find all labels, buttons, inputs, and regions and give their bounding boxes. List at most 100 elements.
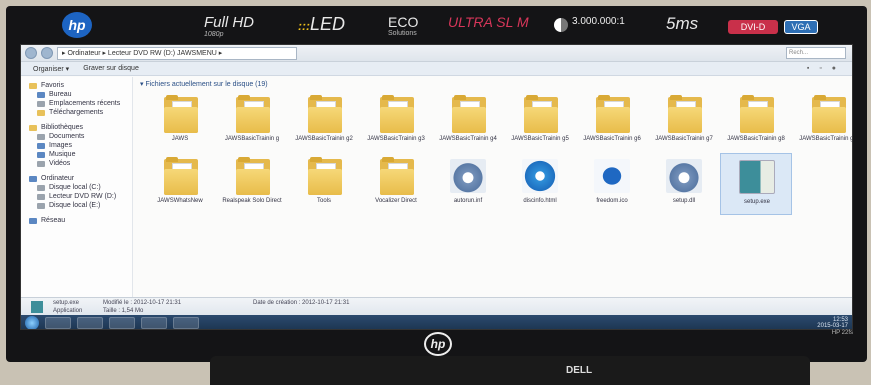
taskbar-ie-button[interactable] [45, 317, 71, 329]
file-item[interactable]: autorun.inf [432, 153, 504, 215]
vga-input-button[interactable]: VGA [784, 20, 818, 34]
section-header[interactable]: ▾ Fichiers actuellement sur le disque (1… [134, 77, 852, 89]
setup-file-icon [31, 301, 43, 313]
nav-local-e[interactable]: Disque local (E:) [21, 201, 132, 210]
nav-music[interactable]: Musique [21, 150, 132, 159]
nav-downloads[interactable]: Téléchargements [21, 108, 132, 117]
command-bar: Organiser ▾ Graver sur disque ▪ ▫ ● [21, 62, 852, 76]
file-item[interactable]: discinfo.html [504, 153, 576, 215]
response-time-badge: 5ms [666, 14, 699, 33]
file-item[interactable]: setup.dll [648, 153, 720, 215]
nav-label: Documents [49, 133, 85, 140]
nav-label: Vidéos [49, 160, 71, 167]
dell-logo: DELL [566, 365, 593, 376]
folder-icon [740, 95, 774, 133]
logo-file-icon [594, 159, 630, 193]
desktop-icon [37, 91, 45, 98]
back-button[interactable] [25, 47, 37, 59]
nav-favorites[interactable]: Favoris [21, 81, 132, 90]
folder-item[interactable]: Realspeak Solo Direct [216, 153, 288, 215]
taskbar-chrome-button[interactable] [141, 317, 167, 329]
taskbar-explorer-button[interactable] [77, 317, 103, 329]
taskbar-vlc-button[interactable] [173, 317, 199, 329]
file-label: setup.dll [672, 198, 696, 204]
fullhd-badge: Full HD 1080p [204, 14, 254, 38]
folder-item[interactable]: JAWSBasicTrainin g3 [360, 91, 432, 153]
start-button[interactable] [25, 316, 39, 329]
folder-icon [236, 157, 270, 195]
folder-icon [596, 95, 630, 133]
recent-icon [37, 100, 45, 107]
nav-desktop[interactable]: Bureau [21, 90, 132, 99]
file-item[interactable]: freedom.ico [576, 153, 648, 215]
nav-videos[interactable]: Vidéos [21, 159, 132, 168]
nav-images[interactable]: Images [21, 141, 132, 150]
hp-logo: hp [62, 12, 92, 38]
file-label: Realspeak Solo Direct [222, 198, 282, 204]
file-label: Tools [316, 198, 331, 204]
nav-label: Favoris [41, 82, 64, 89]
taskbar: 12:53 2015-03-17 [21, 315, 852, 329]
burn-button[interactable]: Graver sur disque [83, 65, 139, 72]
led-badge: :::LED [298, 14, 346, 34]
organize-button[interactable]: Organiser ▾ [33, 65, 69, 73]
address-bar[interactable]: ▸ Ordinateur ▸ Lecteur DVD RW (D:) JAWSM… [57, 46, 297, 60]
folder-item[interactable]: JAWSBasicTrainin g2 [288, 91, 360, 153]
monitor-bezel: hp Full HD 1080p :::LED ECO Solutions UL… [6, 6, 867, 362]
images-icon [37, 142, 45, 149]
folder-item[interactable]: JAWSBasicTrainin g5 [504, 91, 576, 153]
file-label: JAWS [171, 136, 189, 142]
nav-dvd-d[interactable]: Lecteur DVD RW (D:) [21, 192, 132, 201]
folder-icon [308, 157, 342, 195]
eco-subtext: Solutions [388, 30, 417, 37]
gear-file-icon [666, 159, 702, 193]
dvi-input-button[interactable]: DVI-D [728, 20, 778, 34]
ie-file-icon [522, 159, 558, 193]
file-item[interactable]: setup.exe [720, 153, 792, 215]
folder-item[interactable]: JAWSBasicTrainin g8 [720, 91, 792, 153]
fullhd-subtext: 1080p [204, 31, 224, 38]
nav-label: Téléchargements [49, 109, 104, 116]
details-size: Taille : 1,54 Mo [103, 308, 144, 314]
videos-icon [37, 160, 45, 167]
clock-date: 2015-03-17 [817, 323, 848, 329]
file-label: JAWSBasicTrainin g3 [367, 136, 425, 142]
nav-libraries[interactable]: Bibliothèques [21, 123, 132, 132]
ultraslim-badge: ULTRA SL M [448, 14, 529, 30]
nav-local-c[interactable]: Disque local (C:) [21, 183, 132, 192]
folder-item[interactable]: JAWSWhatsNew [144, 153, 216, 215]
search-input[interactable]: Rech... [786, 47, 846, 59]
folder-item[interactable]: JAWS [144, 91, 216, 153]
nav-label: Images [49, 142, 72, 149]
folder-icon [380, 157, 414, 195]
nav-network[interactable]: Réseau [21, 216, 132, 225]
nav-computer[interactable]: Ordinateur [21, 174, 132, 183]
system-clock[interactable]: 12:53 2015-03-17 [817, 317, 848, 329]
folder-item[interactable]: JAWSBasicTrainin g [216, 91, 288, 153]
folder-item[interactable]: JAWSBasicTrainin g9 [792, 91, 852, 153]
nav-label: Lecteur DVD RW (D:) [49, 193, 117, 200]
folder-item[interactable]: JAWSBasicTrainin g4 [432, 91, 504, 153]
monitor-model: HP 22fs [831, 330, 853, 336]
folder-item[interactable]: Vocalizer Direct [360, 153, 432, 215]
file-label: JAWSBasicTrainin g2 [295, 136, 353, 142]
eco-badge: ECO Solutions [388, 14, 418, 37]
folder-item[interactable]: Tools [288, 153, 360, 215]
drive-icon [37, 184, 45, 191]
nav-documents[interactable]: Documents [21, 132, 132, 141]
nav-label: Emplacements récents [49, 100, 121, 107]
folder-icon [524, 95, 558, 133]
contrast-icon [554, 18, 568, 32]
documents-icon [37, 133, 45, 140]
folder-item[interactable]: JAWSBasicTrainin g7 [648, 91, 720, 153]
view-options-icon[interactable]: ▪ ▫ ● [807, 65, 840, 72]
keyboard [210, 356, 810, 385]
folder-item[interactable]: JAWSBasicTrainin g6 [576, 91, 648, 153]
nav-label: Disque local (C:) [49, 184, 101, 191]
file-label: JAWSBasicTrainin g6 [583, 136, 641, 142]
file-label: JAWSBasicTrainin g7 [655, 136, 713, 142]
nav-label: Disque local (E:) [49, 202, 101, 209]
nav-recent[interactable]: Emplacements récents [21, 99, 132, 108]
forward-button[interactable] [41, 47, 53, 59]
taskbar-media-button[interactable] [109, 317, 135, 329]
